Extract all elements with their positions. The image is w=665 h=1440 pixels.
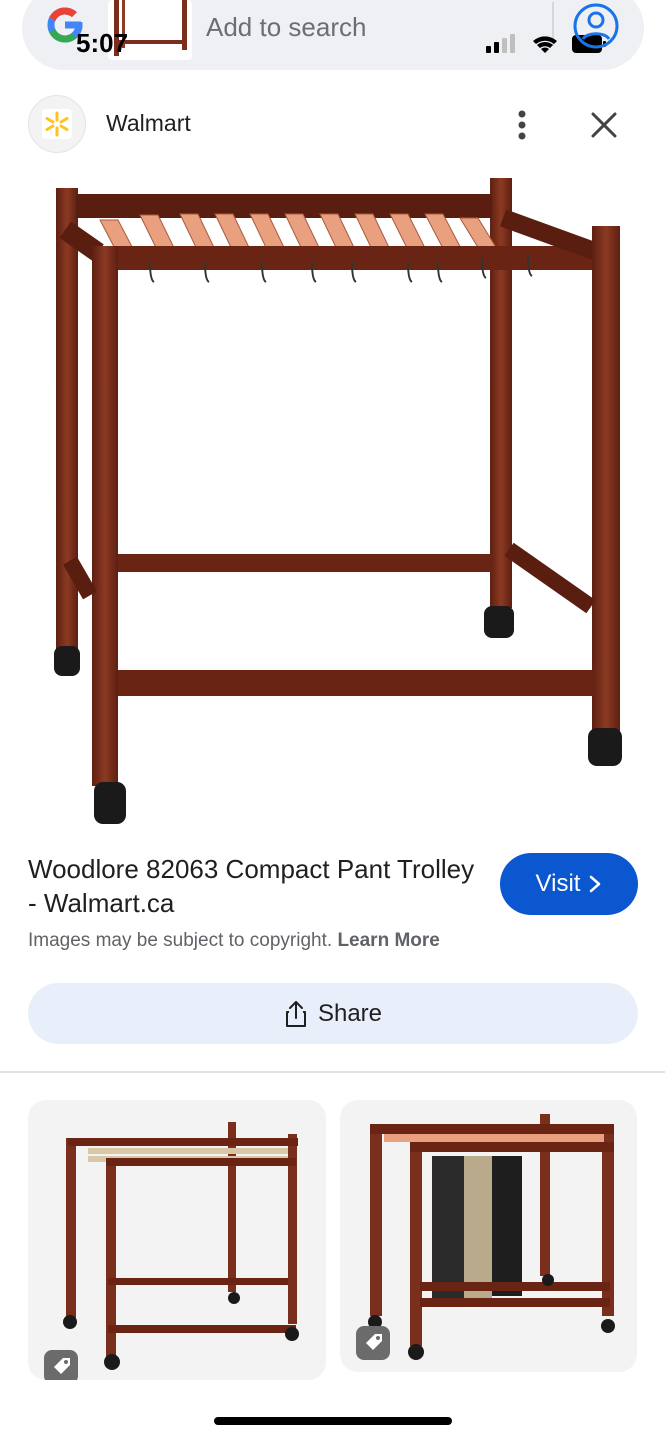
status-time: 5:07 [76, 28, 129, 58]
product-image[interactable] [0, 170, 665, 830]
signal-icon [486, 34, 515, 53]
price-tag-icon [44, 1350, 78, 1380]
source-row: Walmart [0, 95, 665, 155]
product-title[interactable]: Woodlore 82063 Compact Pant Trolley - Wa… [28, 852, 478, 920]
source-name[interactable]: Walmart [106, 110, 191, 137]
related-result-1[interactable] [28, 1100, 326, 1380]
visit-button[interactable]: Visit [500, 853, 638, 915]
visit-label: Visit [535, 870, 581, 897]
chevron-right-icon [590, 875, 601, 893]
share-label: Share [317, 999, 383, 1027]
close-icon[interactable] [586, 107, 622, 143]
related-result-2[interactable] [340, 1100, 637, 1372]
share-icon [285, 1000, 306, 1027]
wifi-icon [533, 36, 557, 53]
share-button[interactable]: Share [28, 983, 638, 1044]
copyright-notice: Images may be subject to copyright. Lear… [28, 930, 440, 952]
learn-more-link[interactable]: Learn More [337, 930, 439, 951]
related-image-1 [63, 1122, 299, 1370]
home-indicator[interactable] [214, 1417, 452, 1425]
section-divider [0, 1071, 665, 1073]
copyright-text: Images may be subject to copyright. [28, 930, 333, 951]
search-input[interactable]: Add to search [206, 12, 366, 43]
account-circle-icon[interactable] [572, 2, 620, 50]
price-tag-icon [356, 1326, 390, 1360]
walmart-spark-icon [28, 95, 86, 153]
more-vert-icon[interactable] [506, 105, 538, 145]
